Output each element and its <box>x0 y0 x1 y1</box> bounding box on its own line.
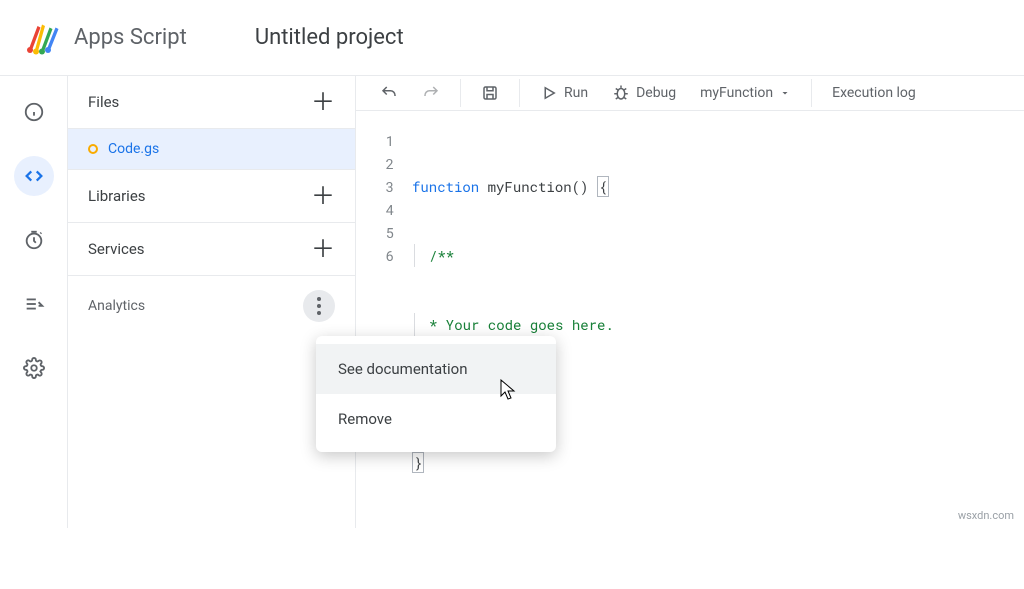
file-item-code-gs[interactable]: Code.gs <box>68 129 355 170</box>
debug-label: Debug <box>636 85 676 101</box>
divider <box>460 79 461 107</box>
rail-settings[interactable] <box>14 348 54 388</box>
code-line: * Your code goes here. <box>412 313 1024 336</box>
service-label: Analytics <box>88 298 145 314</box>
execution-log-button[interactable]: Execution log <box>822 77 926 109</box>
kebab-icon <box>317 297 321 315</box>
service-context-menu: See documentation Remove <box>316 336 556 452</box>
libraries-label: Libraries <box>88 187 146 205</box>
rail-executions[interactable] <box>14 284 54 324</box>
chevron-down-icon <box>779 87 791 99</box>
editor-area: Run Debug myFunction Execution log 1 2 3… <box>356 76 1024 528</box>
add-library-button[interactable]: ＋ <box>311 184 335 208</box>
save-button[interactable] <box>471 76 509 110</box>
debug-button[interactable]: Debug <box>602 76 686 110</box>
app-header: Apps Script Untitled project <box>0 0 1024 76</box>
apps-script-logo-icon <box>24 20 60 56</box>
code-line <box>412 520 1024 543</box>
service-more-button[interactable] <box>303 290 335 322</box>
unsaved-indicator-icon <box>88 144 98 154</box>
left-rail <box>0 76 68 528</box>
line-number: 2 <box>356 152 394 175</box>
file-name-label: Code.gs <box>108 141 159 157</box>
rail-editor[interactable] <box>14 156 54 196</box>
menu-item-see-documentation[interactable]: See documentation <box>316 344 556 394</box>
line-number: 6 <box>356 244 394 267</box>
add-service-button[interactable]: ＋ <box>311 237 335 261</box>
code-line: function myFunction() { <box>412 175 1024 198</box>
mouse-cursor-icon <box>500 379 520 403</box>
run-button[interactable]: Run <box>530 76 598 110</box>
code-line: } <box>412 451 1024 474</box>
sidebar: Files ＋ Code.gs Libraries ＋ Services ＋ A… <box>68 76 356 528</box>
divider <box>811 79 812 107</box>
line-number: 4 <box>356 198 394 221</box>
line-number: 3 <box>356 175 394 198</box>
undo-button[interactable] <box>370 76 408 110</box>
app-title: Apps Script <box>74 25 187 50</box>
redo-button[interactable] <box>412 76 450 110</box>
project-title[interactable]: Untitled project <box>255 25 404 50</box>
run-label: Run <box>564 85 588 101</box>
execution-log-label: Execution log <box>832 85 916 101</box>
line-number: 1 <box>356 129 394 152</box>
app-body: Files ＋ Code.gs Libraries ＋ Services ＋ A… <box>0 76 1024 528</box>
libraries-section-header: Libraries ＋ <box>68 170 355 223</box>
line-number: 5 <box>356 221 394 244</box>
rail-overview[interactable] <box>14 92 54 132</box>
add-file-button[interactable]: ＋ <box>311 90 335 114</box>
menu-item-remove[interactable]: Remove <box>316 394 556 444</box>
rail-triggers[interactable] <box>14 220 54 260</box>
editor-toolbar: Run Debug myFunction Execution log <box>356 76 1024 111</box>
code-line: /** <box>412 244 1024 267</box>
files-section-header: Files ＋ <box>68 76 355 129</box>
divider <box>519 79 520 107</box>
function-name: myFunction <box>700 85 773 101</box>
services-section-header: Services ＋ <box>68 223 355 276</box>
files-label: Files <box>88 93 119 111</box>
function-selector[interactable]: myFunction <box>690 77 801 109</box>
service-item-analytics[interactable]: Analytics <box>68 276 355 336</box>
services-label: Services <box>88 240 145 258</box>
watermark: wsxdn.com <box>958 509 1014 522</box>
